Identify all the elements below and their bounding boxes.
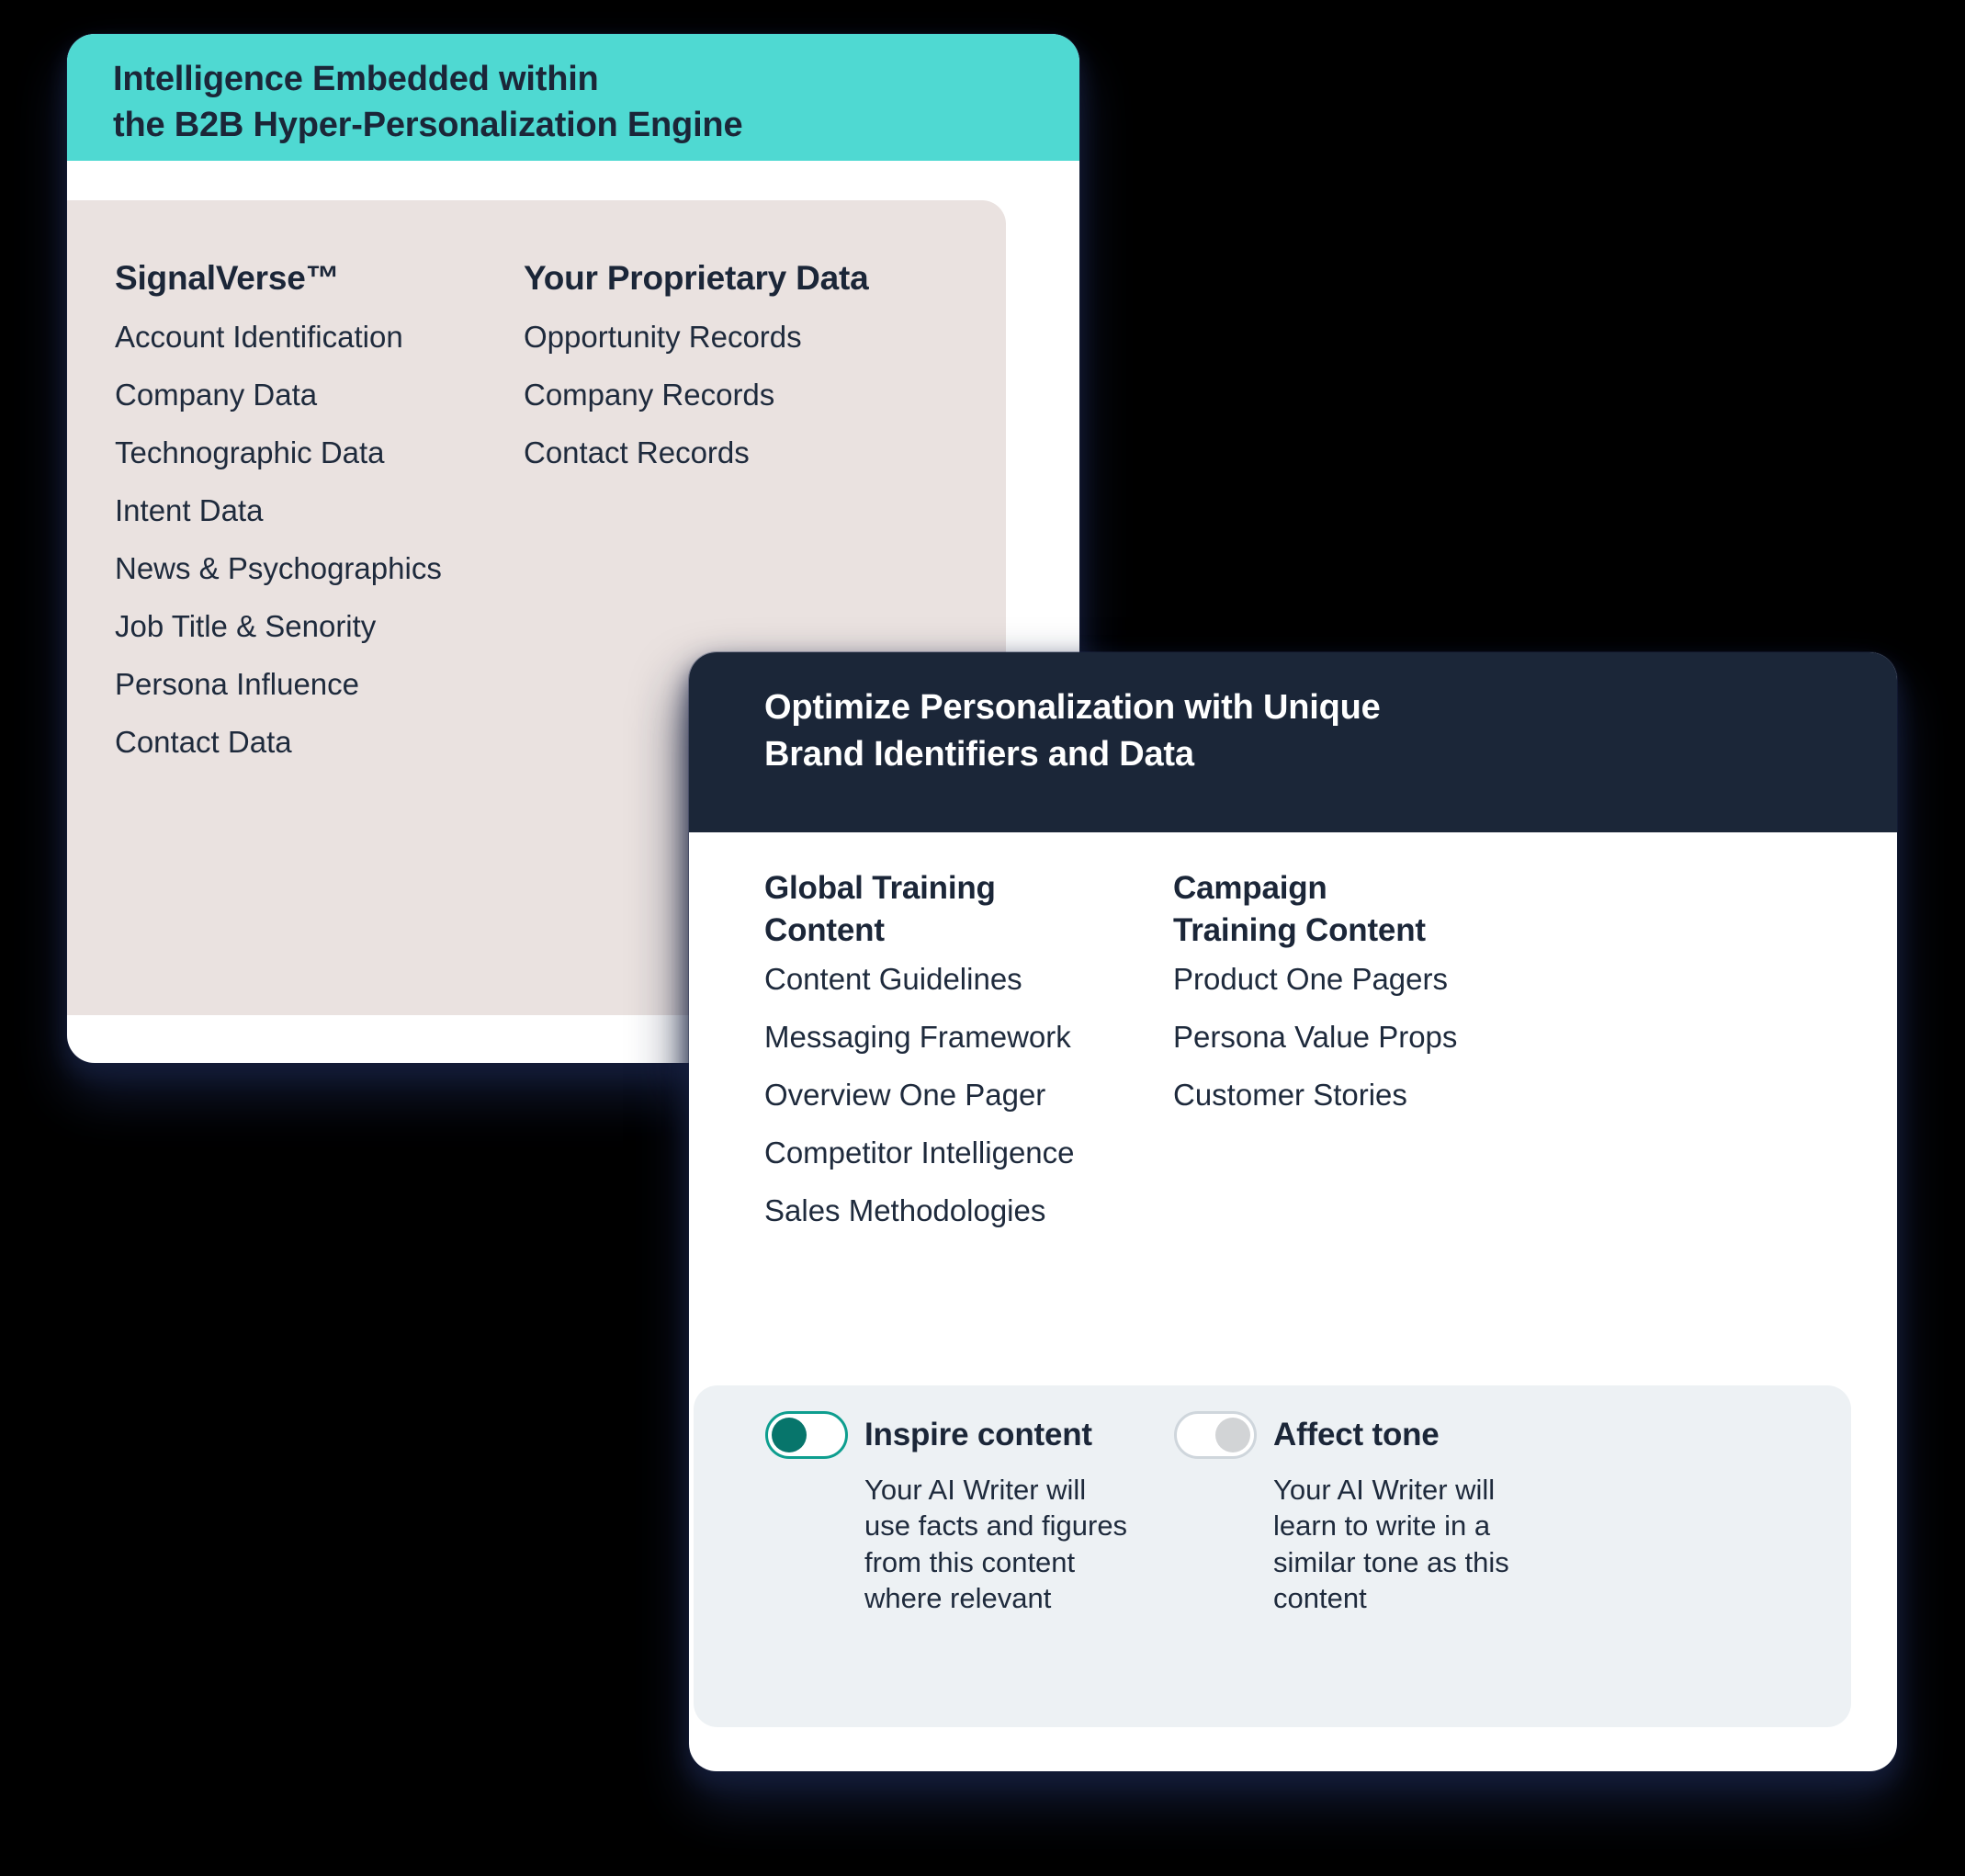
list-item: Company Records (524, 378, 775, 412)
list-item: Messaging Framework (764, 1020, 1071, 1054)
list-item: Persona Influence (115, 667, 360, 702)
campaign-training-column-title: Campaign Training Content (1173, 870, 1426, 948)
optimize-card-title: Optimize Personalization with Unique Bra… (764, 688, 1381, 774)
training-content-body: Global Training Content Content Guidelin… (689, 832, 1897, 1253)
global-training-column-title: Global Training Content (764, 870, 996, 948)
proprietary-data-list: Opportunity Records Company Records Cont… (524, 322, 946, 495)
toggle-knob-icon (1215, 1418, 1250, 1452)
ai-writer-options-panel: Inspire content Your AI Writer will use … (694, 1385, 1851, 1727)
proprietary-data-column: Your Proprietary Data Opportunity Record… (524, 257, 946, 495)
campaign-training-list: Product One Pagers Persona Value Props C… (1173, 964, 1559, 1137)
affect-tone-option: Affect tone Your AI Writer will learn to… (1174, 1411, 1560, 1727)
list-item: Sales Methodologies (764, 1193, 1046, 1227)
optimize-personalization-card: Optimize Personalization with Unique Bra… (689, 652, 1897, 1771)
signalverse-list: Account Identification Company Data Tech… (115, 322, 524, 785)
list-item: Competitor Intelligence (764, 1136, 1075, 1170)
inspire-content-option: Inspire content Your AI Writer will use … (765, 1411, 1174, 1727)
affect-tone-label: Affect tone (1273, 1417, 1440, 1452)
list-item: Customer Stories (1173, 1078, 1407, 1112)
toggle-knob-icon (772, 1418, 807, 1452)
list-item: Content Guidelines (764, 962, 1022, 996)
list-item: Persona Value Props (1173, 1020, 1458, 1054)
inspire-content-label: Inspire content (864, 1417, 1092, 1452)
list-item: News & Psychographics (115, 551, 442, 586)
diagram-stage: Intelligence Embedded within the B2B Hyp… (0, 0, 1965, 1876)
list-item: Product One Pagers (1173, 962, 1448, 996)
signalverse-column: SignalVerse™ Account Identification Comp… (115, 257, 524, 785)
list-item: Contact Data (115, 725, 292, 760)
list-item: Account Identification (115, 320, 403, 355)
inspire-content-description: Your AI Writer will use facts and figure… (864, 1474, 1128, 1615)
affect-tone-description: Your AI Writer will learn to write in a … (1273, 1474, 1509, 1615)
intelligence-card-title: Intelligence Embedded within the B2B Hyp… (113, 60, 743, 145)
inspire-content-toggle-row: Inspire content (765, 1411, 1174, 1459)
list-item: Job Title & Senority (115, 609, 377, 644)
inspire-content-toggle[interactable] (765, 1411, 848, 1459)
affect-tone-toggle[interactable] (1174, 1411, 1257, 1459)
list-item: Overview One Pager (764, 1078, 1046, 1112)
signalverse-column-title: SignalVerse™ (115, 259, 340, 297)
global-training-column: Global Training Content Content Guidelin… (764, 867, 1173, 1253)
list-item: Technographic Data (115, 435, 385, 470)
optimize-card-header: Optimize Personalization with Unique Bra… (689, 652, 1897, 832)
campaign-training-column: Campaign Training Content Product One Pa… (1173, 867, 1559, 1137)
list-item: Company Data (115, 378, 318, 412)
intelligence-card-header: Intelligence Embedded within the B2B Hyp… (67, 34, 1079, 161)
list-item: Contact Records (524, 435, 750, 470)
affect-tone-toggle-row: Affect tone (1174, 1411, 1560, 1459)
list-item: Intent Data (115, 493, 264, 528)
list-item: Opportunity Records (524, 320, 802, 355)
proprietary-data-column-title: Your Proprietary Data (524, 259, 869, 297)
training-content-columns: Global Training Content Content Guidelin… (764, 867, 1897, 1253)
global-training-list: Content Guidelines Messaging Framework O… (764, 964, 1173, 1253)
